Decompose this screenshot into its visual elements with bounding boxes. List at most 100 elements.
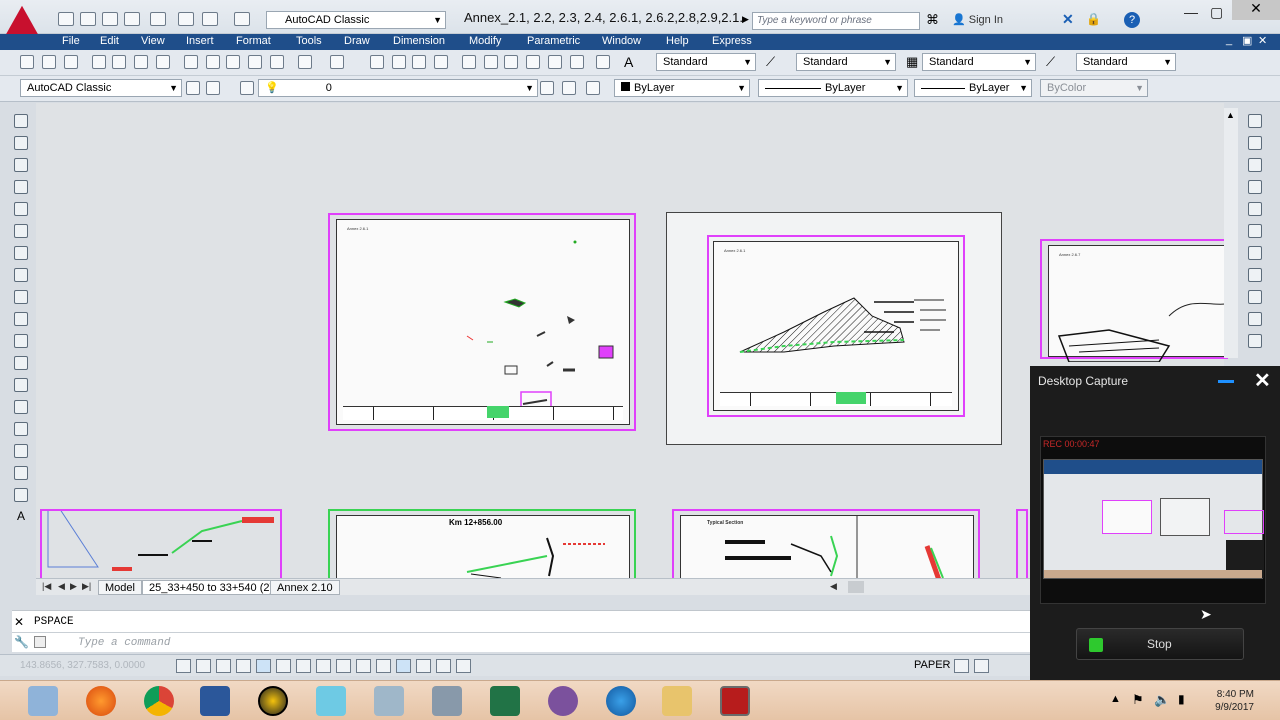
menu-dimension[interactable]: Dimension (393, 35, 445, 47)
color-select[interactable]: ByLayer ▼ (614, 79, 750, 97)
last-tab-icon[interactable]: ▶| (82, 581, 91, 592)
polar-tracking-icon[interactable] (256, 659, 271, 673)
undo-tb-icon[interactable] (298, 55, 312, 69)
menu-parametric[interactable]: Parametric (527, 35, 580, 47)
scale-icon[interactable] (1248, 268, 1262, 282)
copy-icon[interactable] (206, 55, 220, 69)
paste-icon[interactable] (226, 55, 240, 69)
layout-sheet-5[interactable]: Km 12+856.00 (328, 509, 636, 581)
scroll-up-icon[interactable]: ▲ (1226, 110, 1235, 120)
first-tab-icon[interactable]: |◀ (42, 581, 51, 592)
menu-draw[interactable]: Draw (344, 35, 370, 47)
properties-icon[interactable] (462, 55, 476, 69)
quick-view-layouts-icon[interactable] (954, 659, 969, 673)
new-icon[interactable] (58, 12, 74, 26)
command-input[interactable]: Type a command (78, 637, 170, 649)
ellipse-arc-icon[interactable] (14, 334, 28, 348)
construction-line-icon[interactable] (14, 136, 28, 150)
network-icon[interactable]: ⚑ (1132, 692, 1144, 708)
line-icon[interactable] (14, 114, 28, 128)
infer-constraints-icon[interactable] (176, 659, 191, 673)
grid-display-icon[interactable] (216, 659, 231, 673)
help-tb-icon[interactable] (596, 55, 610, 69)
layout-sheet-6[interactable]: Typical Section (672, 509, 980, 584)
copy-object-icon[interactable] (1248, 136, 1262, 150)
mirror-icon[interactable] (1248, 158, 1262, 172)
clock[interactable]: 8:40 PM 9/9/2017 (1206, 688, 1254, 714)
publish-icon[interactable] (134, 55, 148, 69)
spline-icon[interactable] (14, 290, 28, 304)
plot-icon[interactable] (178, 12, 194, 26)
menu-help[interactable]: Help (666, 35, 689, 47)
hscroll-left-icon[interactable]: ◀ (830, 581, 837, 592)
workspace-select[interactable]: AutoCAD Classic ▼ (266, 11, 446, 29)
tab-annex-2-10[interactable]: Annex 2.10 (270, 580, 340, 595)
quickcalc-icon[interactable] (570, 55, 584, 69)
markup-icon[interactable] (548, 55, 562, 69)
linetype-select[interactable]: ByLayer ▼ (758, 79, 908, 97)
quick-properties-icon[interactable] (416, 659, 431, 673)
autocad-taskbar-icon[interactable] (720, 686, 750, 716)
extend-icon[interactable] (1248, 334, 1262, 348)
ellipse-icon[interactable] (14, 312, 28, 326)
paint-icon[interactable] (374, 686, 404, 716)
redo-icon[interactable] (234, 12, 250, 26)
workspace-settings-icon[interactable] (186, 81, 200, 95)
sign-in-link[interactable]: 👤 Sign In (952, 13, 1003, 26)
signal-icon[interactable]: ▮ (1178, 692, 1185, 706)
menu-format[interactable]: Format (236, 35, 271, 47)
otrack-icon[interactable] (316, 659, 331, 673)
rotate-icon[interactable] (1248, 246, 1262, 260)
match-properties-icon[interactable] (248, 55, 262, 69)
layout-sheet-7[interactable] (1016, 509, 1028, 581)
word-icon[interactable] (200, 686, 230, 716)
menu-file[interactable]: File (62, 35, 80, 47)
doc-min-icon[interactable]: _ (1226, 34, 1232, 46)
media-player-icon[interactable] (258, 686, 288, 716)
command-line[interactable]: 🔧 Type a command (12, 632, 1030, 652)
3d-dwf-icon[interactable] (156, 55, 170, 69)
exchange-icon[interactable]: ✕ (1062, 11, 1074, 28)
lineweight-select[interactable]: ByLayer ▼ (914, 79, 1032, 97)
chrome-icon[interactable] (144, 686, 174, 716)
design-center-icon[interactable] (484, 55, 498, 69)
capture-minimize-icon[interactable] (1216, 372, 1236, 390)
trim-icon[interactable] (1248, 312, 1262, 326)
print-icon[interactable] (92, 55, 106, 69)
transparency-icon[interactable] (396, 659, 411, 673)
close-window-icon[interactable]: ✕ (1232, 0, 1280, 20)
minimize-icon[interactable]: — (1184, 4, 1198, 20)
search-input[interactable]: Type a keyword or phrase (752, 12, 920, 30)
paper-space-toggle[interactable]: PAPER (914, 659, 950, 671)
qnew-icon[interactable] (20, 55, 34, 69)
gradient-icon[interactable] (14, 444, 28, 458)
save-icon[interactable] (102, 12, 118, 26)
dim-style-select[interactable]: Standard ▼ (796, 53, 896, 71)
annotation-monitor-icon[interactable] (456, 659, 471, 673)
quick-view-drawings-icon[interactable] (974, 659, 989, 673)
menu-window[interactable]: Window (602, 35, 641, 47)
doc-restore-icon[interactable]: ▣ (1242, 34, 1252, 47)
maximize-icon[interactable]: ▢ (1210, 4, 1223, 21)
calculator-icon[interactable] (432, 686, 462, 716)
close-cmd-icon[interactable]: ✕ (14, 615, 24, 629)
tab-model[interactable]: Model (98, 580, 142, 595)
layout-sheet-2[interactable]: Annex 2.6.1 (666, 212, 1002, 445)
polygon-icon[interactable] (14, 180, 28, 194)
menu-view[interactable]: View (141, 35, 165, 47)
chevron-right-icon[interactable]: ▶ (742, 14, 749, 25)
ducs-icon[interactable] (336, 659, 351, 673)
volume-icon[interactable]: 🔈 (1154, 692, 1170, 708)
offset-icon[interactable] (1248, 180, 1262, 194)
make-block-icon[interactable] (14, 378, 28, 392)
layer-properties-icon[interactable] (240, 81, 254, 95)
layer-previous-icon[interactable] (562, 81, 576, 95)
insert-block-icon[interactable] (14, 356, 28, 370)
layout-sheet-3[interactable]: Annex 2.6.7 (1040, 239, 1228, 362)
move-icon[interactable] (1248, 224, 1262, 238)
stop-recording-button[interactable]: Stop (1076, 628, 1244, 660)
point-icon[interactable] (14, 400, 28, 414)
viber-icon[interactable] (548, 686, 578, 716)
command-prompt-icon[interactable] (34, 636, 46, 648)
windows-explorer-icon[interactable] (28, 686, 58, 716)
